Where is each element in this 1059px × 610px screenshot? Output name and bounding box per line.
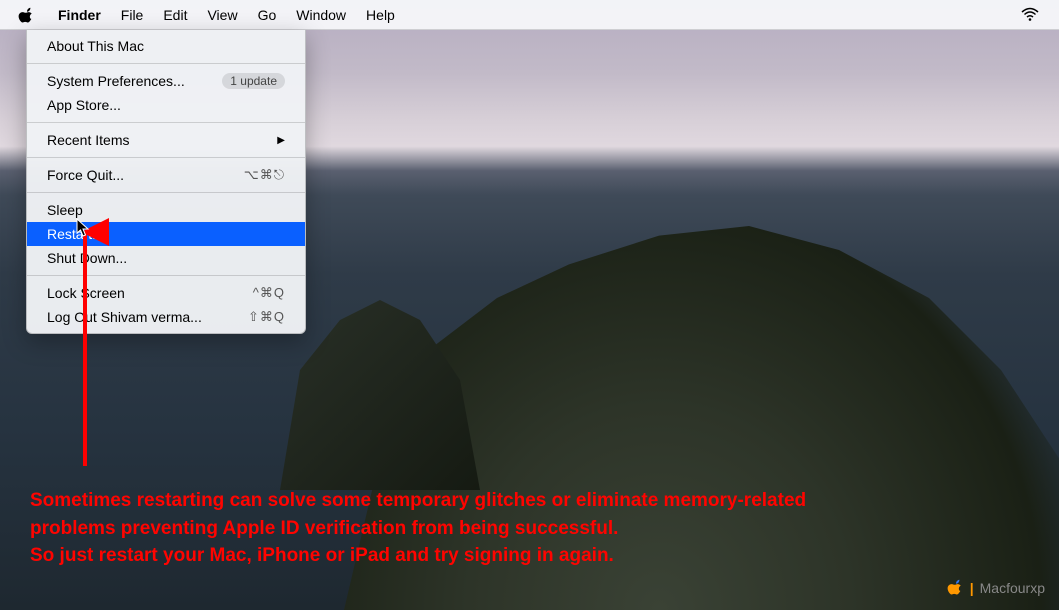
menu-force-quit-shortcut: ⌥⌘⎋ xyxy=(244,167,285,183)
watermark-apple-icon xyxy=(946,578,964,598)
menu-separator xyxy=(27,192,305,193)
menu-lock-screen-label: Lock Screen xyxy=(47,285,125,301)
apple-logo-icon[interactable] xyxy=(18,7,34,23)
menubar-window[interactable]: Window xyxy=(286,1,356,29)
menu-logout-shortcut: ⇧⌘Q xyxy=(248,309,285,325)
menu-separator xyxy=(27,63,305,64)
menu-lock-screen[interactable]: Lock Screen ^⌘Q xyxy=(27,281,305,305)
annotation-line-2: problems preventing Apple ID verificatio… xyxy=(30,515,1029,543)
menubar-app-name[interactable]: Finder xyxy=(48,1,111,29)
menubar-edit[interactable]: Edit xyxy=(153,1,197,29)
menu-app-store-label: App Store... xyxy=(47,97,121,113)
menu-force-quit-label: Force Quit... xyxy=(47,167,124,183)
menu-separator xyxy=(27,122,305,123)
menubar-help[interactable]: Help xyxy=(356,1,405,29)
watermark: | Macfourxp xyxy=(946,578,1045,598)
menubar: Finder File Edit View Go Window Help xyxy=(0,0,1059,30)
menu-recent-items-label: Recent Items xyxy=(47,132,129,148)
menu-sleep[interactable]: Sleep xyxy=(27,198,305,222)
menu-system-preferences[interactable]: System Preferences... 1 update xyxy=(27,69,305,93)
menu-force-quit[interactable]: Force Quit... ⌥⌘⎋ xyxy=(27,163,305,187)
watermark-divider: | xyxy=(970,580,974,596)
apple-menu-dropdown: About This Mac System Preferences... 1 u… xyxy=(26,30,306,334)
menu-separator xyxy=(27,275,305,276)
wifi-icon[interactable] xyxy=(1021,6,1039,24)
menu-recent-items[interactable]: Recent Items ▶ xyxy=(27,128,305,152)
menu-system-preferences-label: System Preferences... xyxy=(47,73,185,89)
annotation-caption: Sometimes restarting can solve some temp… xyxy=(30,487,1029,570)
menu-restart-label: Restart... xyxy=(47,226,104,242)
menu-lock-screen-shortcut: ^⌘Q xyxy=(253,285,285,301)
menu-update-badge: 1 update xyxy=(222,73,285,89)
menu-about-mac-label: About This Mac xyxy=(47,38,144,54)
wallpaper-island-rock xyxy=(280,290,480,490)
annotation-line-1: Sometimes restarting can solve some temp… xyxy=(30,487,1029,515)
annotation-line-3: So just restart your Mac, iPhone or iPad… xyxy=(30,542,1029,570)
menubar-right-section xyxy=(1021,6,1049,24)
menu-separator xyxy=(27,157,305,158)
menubar-view[interactable]: View xyxy=(197,1,247,29)
menu-shutdown[interactable]: Shut Down... xyxy=(27,246,305,270)
menu-logout[interactable]: Log Out Shivam verma... ⇧⌘Q xyxy=(27,305,305,329)
menu-shutdown-label: Shut Down... xyxy=(47,250,127,266)
menubar-file[interactable]: File xyxy=(111,1,154,29)
menu-about-mac[interactable]: About This Mac xyxy=(27,34,305,58)
menubar-go[interactable]: Go xyxy=(248,1,287,29)
menu-restart[interactable]: Restart... xyxy=(27,222,305,246)
menu-logout-label: Log Out Shivam verma... xyxy=(47,309,202,325)
menu-app-store[interactable]: App Store... xyxy=(27,93,305,117)
menu-sleep-label: Sleep xyxy=(47,202,83,218)
submenu-arrow-icon: ▶ xyxy=(277,135,285,146)
watermark-text: Macfourxp xyxy=(980,580,1045,596)
